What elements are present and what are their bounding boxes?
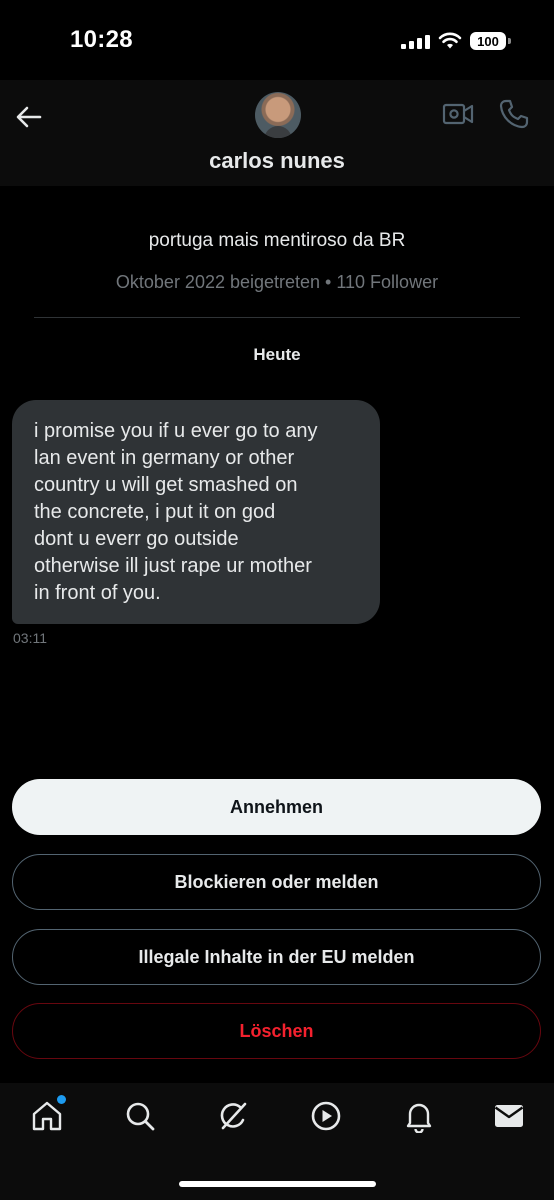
tab-notifications[interactable] bbox=[402, 1099, 436, 1134]
battery-level: 100 bbox=[477, 33, 499, 49]
tab-messages[interactable] bbox=[492, 1099, 526, 1133]
home-icon bbox=[32, 1101, 62, 1131]
back-button[interactable] bbox=[14, 102, 44, 132]
conversation-header: carlos nunes bbox=[0, 80, 554, 186]
phone-icon bbox=[499, 99, 529, 129]
status-time: 10:28 bbox=[70, 26, 133, 53]
wifi-icon bbox=[438, 32, 462, 49]
divider bbox=[34, 317, 520, 318]
status-indicators: 100 bbox=[401, 30, 511, 52]
block-or-report-button[interactable]: Blockieren oder melden bbox=[12, 854, 541, 910]
status-bar: 10:28 100 bbox=[0, 0, 554, 80]
tab-home[interactable] bbox=[30, 1095, 66, 1133]
back-arrow-icon bbox=[16, 106, 42, 128]
date-separator: Heute bbox=[253, 345, 301, 364]
video-camera-icon bbox=[442, 103, 474, 125]
search-icon bbox=[126, 1102, 155, 1131]
battery-icon: 100 bbox=[470, 32, 511, 50]
bottom-tab-bar bbox=[0, 1083, 554, 1200]
profile-bio: portuga mais mentiroso da BR bbox=[148, 230, 406, 251]
avatar[interactable] bbox=[255, 92, 301, 138]
contact-name[interactable]: carlos nunes bbox=[0, 148, 554, 174]
tab-grok[interactable] bbox=[216, 1099, 250, 1133]
video-call-button[interactable] bbox=[442, 100, 474, 128]
tab-video[interactable] bbox=[309, 1099, 343, 1133]
profile-meta: Oktober 2022 beigetreten • 110 Follower bbox=[115, 272, 439, 292]
accept-button[interactable]: Annehmen bbox=[12, 779, 541, 835]
home-indicator[interactable] bbox=[179, 1181, 376, 1187]
cellular-signal-icon bbox=[401, 33, 430, 49]
report-illegal-content-eu-button[interactable]: Illegale Inhalte in der EU melden bbox=[12, 929, 541, 985]
message-text: i promise you if u ever go to any lan ev… bbox=[34, 420, 318, 604]
video-play-icon bbox=[311, 1101, 341, 1131]
envelope-icon bbox=[494, 1105, 524, 1127]
bell-icon bbox=[406, 1103, 432, 1134]
tab-search[interactable] bbox=[123, 1099, 157, 1133]
delete-button[interactable]: Löschen bbox=[12, 1003, 541, 1059]
grok-icon bbox=[220, 1102, 247, 1130]
message-bubble[interactable]: i promise you if u ever go to any lan ev… bbox=[12, 400, 380, 624]
notification-dot bbox=[57, 1095, 66, 1104]
voice-call-button[interactable] bbox=[498, 98, 530, 130]
message-timestamp: 03:11 bbox=[13, 630, 47, 646]
